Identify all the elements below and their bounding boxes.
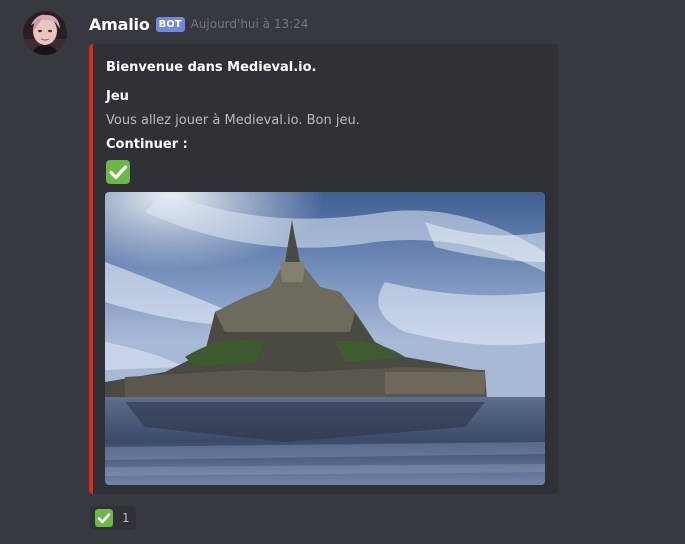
embed-accent-bar — [89, 44, 93, 494]
reaction-count: 1 — [122, 511, 130, 525]
bot-badge: BOT — [155, 16, 185, 32]
username[interactable]: Amalio — [89, 15, 150, 34]
embed: Bienvenue dans Medieval.io. Jeu Vous all… — [89, 44, 558, 494]
reaction-check[interactable]: 1 — [90, 506, 136, 530]
white-check-mark-icon — [95, 509, 113, 527]
white-check-mark-icon — [106, 160, 130, 184]
embed-image[interactable] — [105, 192, 545, 485]
message-header: Amalio BOT Aujourd'hui à 13:24 — [89, 12, 308, 36]
timestamp[interactable]: Aujourd'hui à 13:24 — [191, 17, 309, 31]
embed-title: Bienvenue dans Medieval.io. — [106, 60, 317, 75]
avatar[interactable] — [23, 11, 67, 55]
field-name-jeu: Jeu — [106, 89, 129, 104]
chat-message: Amalio BOT Aujourd'hui à 13:24 Bienvenue… — [0, 0, 685, 544]
field-value-jeu: Vous allez jouer à Medieval.io. Bon jeu. — [106, 113, 360, 128]
field-name-continuer: Continuer : — [106, 137, 188, 152]
